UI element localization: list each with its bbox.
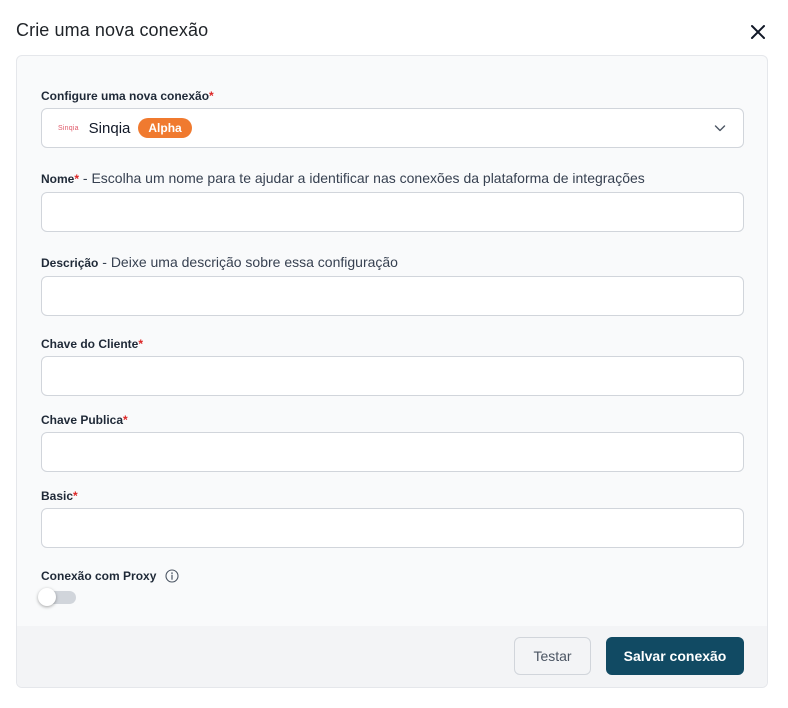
required-mark: * [209,89,214,103]
modal-title: Crie uma nova conexão [16,20,209,40]
description-field-hint: - Deixe uma descrição sobre essa configu… [98,254,398,270]
name-field-label: Nome* - Escolha um nome para te ajudar a… [41,170,645,186]
description-input[interactable] [41,276,744,316]
test-button[interactable]: Testar [514,637,591,675]
proxy-toggle[interactable] [38,588,78,606]
connector-select-value: Sinqia [88,119,131,137]
basic-field-label: Basic* [41,489,78,503]
basic-input[interactable] [41,508,744,548]
public-key-field-label: Chave Publica* [41,413,128,427]
close-button[interactable] [746,20,770,44]
connection-form: Configure uma nova conexão* Sinqia Sinqi… [16,55,768,688]
required-mark: * [138,337,144,351]
required-mark: * [123,413,128,427]
connector-select-label: Configure uma nova conexão* [41,89,214,103]
form-footer: Testar Salvar conexão [17,626,767,687]
public-key-label-text: Chave Publica [41,413,124,427]
proxy-label: Conexão com Proxy [41,569,157,583]
name-field-hint: - Escolha um nome para te ajudar a ident… [79,170,645,186]
info-icon[interactable] [165,569,179,583]
chevron-down-icon [714,125,726,132]
name-input[interactable] [41,192,744,232]
connector-select[interactable]: Sinqia Sinqia Alpha [41,108,744,148]
client-key-input[interactable] [41,356,744,396]
proxy-toggle-knob [38,588,56,606]
close-icon [751,25,765,39]
client-key-field-label: Chave do Cliente* [41,337,143,351]
basic-label-text: Basic [41,489,74,503]
description-label-text: Descrição [41,256,99,270]
description-field-label: Descrição - Deixe uma descrição sobre es… [41,254,398,270]
name-label-text: Nome [41,172,75,186]
sinqia-logo: Sinqia [58,124,79,132]
connector-select-label-text: Configure uma nova conexão [41,89,210,103]
public-key-input[interactable] [41,432,744,472]
proxy-row: Conexão com Proxy [41,569,179,583]
alpha-badge: Alpha [138,118,192,138]
required-mark: * [73,489,78,503]
save-connection-button[interactable]: Salvar conexão [606,637,744,675]
client-key-label-text: Chave do Cliente [41,337,139,351]
